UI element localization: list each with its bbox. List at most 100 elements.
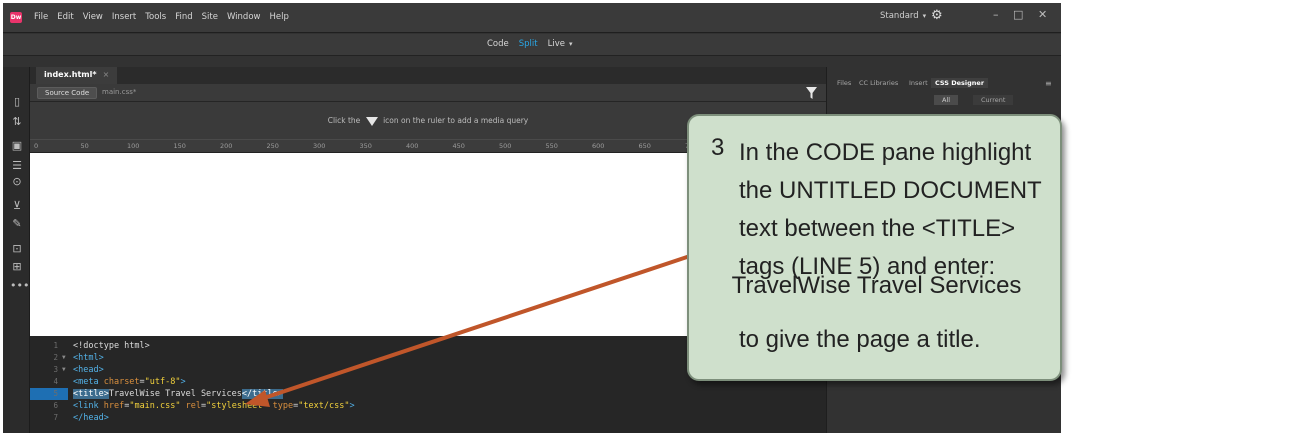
more-tools-icon[interactable]: ••• [10,279,29,293]
menu-edit[interactable]: Edit [57,12,73,22]
workspace-label: Standard [880,11,919,21]
menu-bar: Dw File Edit View Insert Tools Find Site… [3,3,1061,33]
code-token: <link [73,401,104,411]
code-token: </title> [241,389,283,399]
menu-help[interactable]: Help [269,12,288,22]
title-text-value: TravelWise Travel Services [108,389,242,399]
code-token: "main.css" [129,401,181,411]
close-window-icon[interactable]: ✕ [1038,8,1047,21]
document-tabs: index.html* × [30,67,826,84]
menu-items: File Edit View Insert Tools Find Site Wi… [34,12,298,22]
fold-arrow-icon[interactable]: ▼ [62,364,66,376]
tab-label: index.html* [44,70,97,79]
ruler-tick-label: 350 [359,142,372,150]
ruler-tick-label: 150 [173,142,186,150]
code-token: "text/css" [298,401,350,411]
ruler-tick-label: 200 [220,142,233,150]
live-view-options-icon[interactable]: ▣ [10,139,24,153]
related-files-bar: Source Code main.css* [30,84,826,102]
media-query-hint-prefix: Click the [327,116,361,125]
view-live-label: Live [547,39,565,49]
left-toolbar: ▯ ⇅ ▣ ☰ ⊙ ⊻ ✎ ⊡ ⊞ ••• [3,67,30,433]
ruler-tick-label: 400 [406,142,419,150]
close-tab-icon[interactable]: × [103,70,110,79]
ruler-tick-label: 250 [266,142,279,150]
view-mode-toggles: Code Split Live ▾ [487,39,573,49]
source-code-button[interactable]: Source Code [37,87,98,99]
code-line[interactable]: 7 </head> [30,412,826,424]
code-text: <meta charset="utf-8"> [73,376,186,388]
code-token: rel [185,401,201,411]
code-text: <html> [73,353,104,363]
document-view-bar: Code Split Live ▾ [3,34,1061,56]
ruler-tick-label: 50 [80,142,89,150]
ruler-tick-label: 450 [452,142,465,150]
tab-index-html[interactable]: index.html* × [36,67,118,84]
code-text: <!doctype html> [73,341,150,351]
code-text: <title>TravelWise Travel Services</title… [73,388,283,400]
minimize-icon[interactable]: – [993,8,999,21]
menu-view[interactable]: View [83,12,103,22]
chevron-down-icon: ▾ [922,12,927,20]
chevron-down-icon: ▾ [568,40,573,48]
line-number: 1 [53,341,58,350]
view-split-button[interactable]: Split [519,39,538,49]
format-source-icon[interactable]: ☰ [10,159,24,173]
tab-css-designer[interactable]: CSS Designer [931,78,989,88]
code-token: "utf-8" [144,377,181,387]
open-document-icon[interactable]: ▯ [10,95,24,109]
file-management-icon[interactable]: ⇅ [10,115,24,129]
collapse-code-icon[interactable]: ⊻ [10,199,24,213]
code-token: > [349,401,355,411]
panel-tabs: Files CC Libraries Insert CSS Designer ≡ [827,77,1061,92]
menu-insert[interactable]: Insert [112,12,136,22]
maximize-icon[interactable]: □ [1013,8,1023,21]
code-text: <link href="main.css" rel="stylesheet" t… [73,400,355,412]
ruler-tick-label: 650 [638,142,651,150]
ruler-tick-label: 550 [545,142,558,150]
filter-icon[interactable] [806,87,817,99]
code-token: href [103,401,125,411]
ruler-tick-label: 300 [313,142,326,150]
code-text: </head> [73,413,109,423]
menu-window[interactable]: Window [227,12,261,22]
line-number: 5 [30,388,68,400]
workspace-switcher[interactable]: Standard ▾ [880,11,926,21]
code-line-highlighted[interactable]: 5 <title>TravelWise Travel Services</tit… [30,388,826,400]
instruction-callout: 3 In the CODE pane highlight the UNTITLE… [687,114,1062,381]
code-navigator-icon[interactable]: ⊙ [10,175,24,189]
code-token: "stylesheet" [206,401,268,411]
code-token: type [272,401,294,411]
view-live-button[interactable]: Live ▾ [548,39,573,49]
tab-files[interactable]: Files [837,79,851,87]
panel-menu-icon[interactable]: ≡ [1045,79,1052,88]
menu-site[interactable]: Site [202,12,218,22]
dreamweaver-logo-icon: Dw [10,12,22,23]
code-token: > [180,377,186,387]
scope-all-button[interactable]: All [934,95,959,105]
related-file-main-css[interactable]: main.css* [102,88,136,96]
instruction-text: In the CODE pane highlight the UNTITLED … [739,139,1042,280]
view-code-button[interactable]: Code [487,39,509,49]
ruler-tick-label: 600 [592,142,605,150]
line-number: 4 [53,377,58,386]
sync-settings-icon[interactable]: ⚙ [931,8,943,23]
step-number: 3 [711,134,725,161]
ruler-tick-label: 100 [127,142,140,150]
menu-tools[interactable]: Tools [145,12,166,22]
tab-cc-libraries[interactable]: CC Libraries [859,79,898,87]
code-line[interactable]: 6 <link href="main.css" rel="stylesheet"… [30,400,826,412]
menu-find[interactable]: Find [175,12,192,22]
instruction-footer: to give the page a title. [739,326,981,353]
line-number: 7 [53,413,58,422]
comment-code-icon[interactable]: ✎ [10,217,24,231]
menu-file[interactable]: File [34,12,48,22]
indent-code-icon[interactable]: ⊡ [10,242,24,256]
fold-arrow-icon[interactable]: ▼ [62,352,66,364]
code-token: <meta [73,377,104,387]
tab-insert[interactable]: Insert [909,79,928,87]
scope-current-button[interactable]: Current [973,95,1014,105]
outdent-code-icon[interactable]: ⊞ [10,260,24,274]
value-to-enter: TravelWise Travel Services [731,272,1022,299]
code-text: <head> [73,365,104,375]
